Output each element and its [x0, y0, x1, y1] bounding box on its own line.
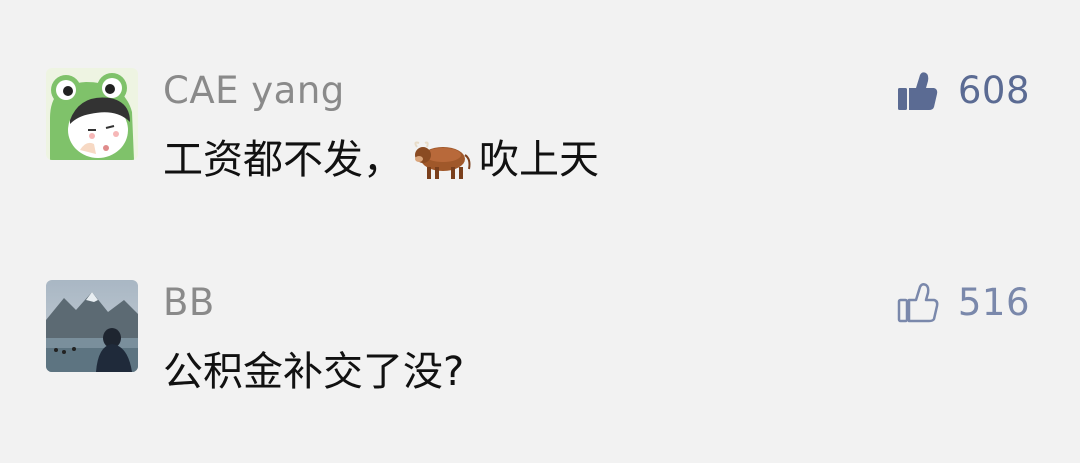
comment-text-part: 吹上天 [479, 137, 599, 183]
comment-item: BB 公积金补交了没? 516 [0, 280, 1080, 395]
mountain-photo-avatar-icon [46, 280, 138, 372]
comment-text-part: 工资都不发， [163, 137, 403, 183]
thumbs-up-outline-icon [897, 283, 939, 323]
like-count: 516 [957, 281, 1030, 324]
like-count: 608 [957, 69, 1030, 112]
thumbs-up-filled-icon [897, 72, 938, 110]
comment-text: 工资都不发， 吹上天 [163, 134, 599, 186]
comment-item: CAE yang 工资都不发， 吹上天 608 [0, 68, 1080, 198]
username[interactable]: CAE yang [163, 68, 345, 114]
ox-emoji-icon [414, 141, 471, 179]
comment-text: 公积金补交了没? [163, 349, 465, 395]
like-button[interactable]: 516 [896, 280, 1030, 326]
avatar[interactable] [46, 68, 138, 160]
avatar[interactable] [46, 280, 138, 372]
like-button[interactable]: 608 [896, 68, 1030, 114]
frog-hat-avatar-icon [46, 68, 138, 160]
username[interactable]: BB [163, 280, 215, 326]
